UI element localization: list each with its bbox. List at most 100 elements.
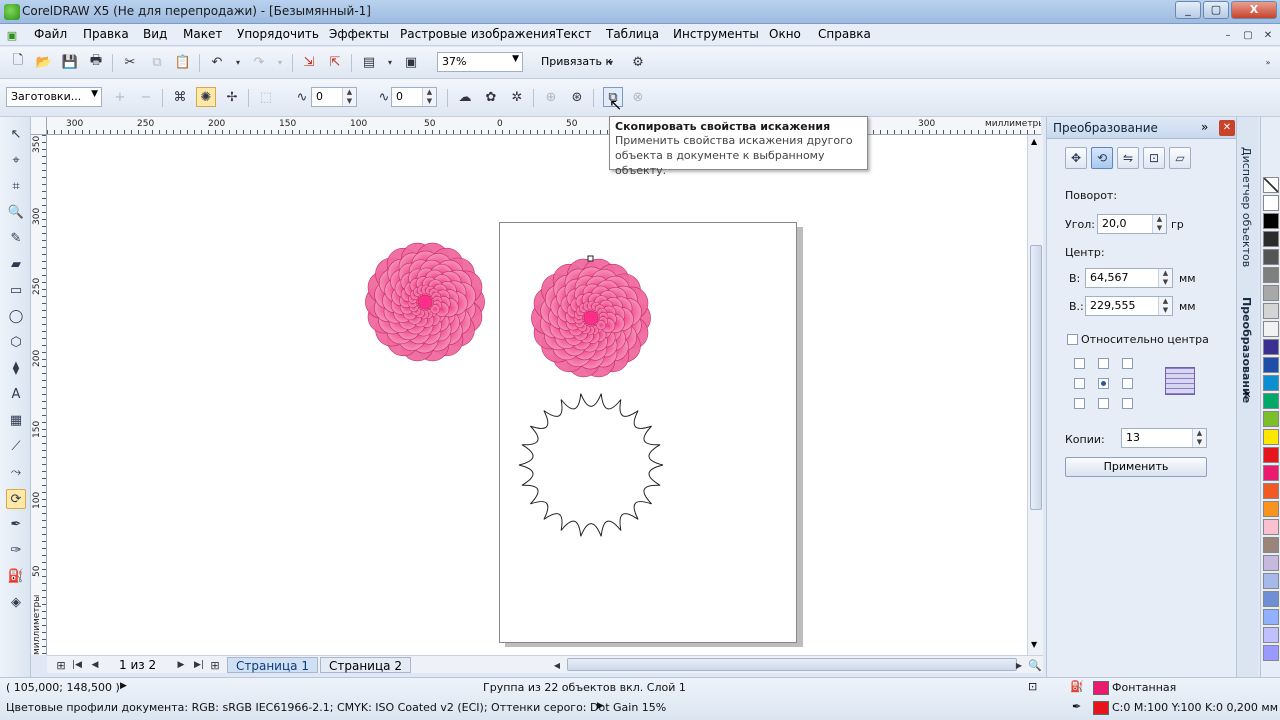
palette-swatch[interactable] <box>1263 555 1279 571</box>
scroll-left-icon[interactable]: ◀ <box>547 655 567 675</box>
new-document-icon[interactable]: 🗋 <box>8 52 28 72</box>
menu-file[interactable]: Файл <box>34 27 67 41</box>
flower-shape-right[interactable] <box>531 258 651 378</box>
vertical-ruler[interactable]: 350 300 250 200 150 100 50 миллиметры <box>31 135 47 655</box>
no-color-swatch[interactable] <box>1263 177 1279 193</box>
smart-fill-tool-icon[interactable]: ▰ <box>6 255 26 275</box>
anchor-bottom-right[interactable] <box>1122 398 1133 409</box>
rotate-mode-icon[interactable]: ⟲ <box>1091 147 1113 169</box>
expand-arrow-icon[interactable]: ▶ <box>120 681 127 691</box>
center-y-input[interactable]: 229,555 ▲ ▼ <box>1085 296 1173 316</box>
size-mode-icon[interactable]: ⊡ <box>1143 147 1165 169</box>
menu-edit[interactable]: Правка <box>83 27 129 41</box>
flower-shape-left[interactable] <box>365 242 485 362</box>
launcher-dropdown-icon[interactable]: ▾ <box>380 52 400 72</box>
first-page-icon[interactable]: |◀ <box>67 655 87 675</box>
text-tool-icon[interactable]: A <box>6 385 26 405</box>
color-profiles-info[interactable]: Цветовые профили документа: RGB: sRGB IE… <box>6 701 666 714</box>
tab-page-2[interactable]: Страница 2 <box>320 657 411 673</box>
paste-icon[interactable]: 📋 <box>173 52 193 72</box>
palette-swatch[interactable] <box>1263 537 1279 553</box>
anchor-top-center[interactable] <box>1098 358 1109 369</box>
zipper-distorted-ring[interactable] <box>518 393 664 537</box>
frequency-spinner[interactable]: 0 ▲ ▼ <box>391 87 437 107</box>
doc-restore-icon[interactable]: ▢ <box>1238 25 1258 45</box>
connector-tool-icon[interactable]: ⤳ <box>6 463 26 483</box>
convert-to-curves-icon[interactable]: ⊛ <box>567 87 587 107</box>
spinner-arrows-icon[interactable]: ▲ ▼ <box>1158 269 1172 287</box>
freehand-tool-icon[interactable]: ✎ <box>6 229 26 249</box>
scroll-up-icon[interactable]: ▲ <box>1031 137 1037 146</box>
palette-swatch[interactable] <box>1263 231 1279 247</box>
doc-close-icon[interactable]: ✕ <box>1258 25 1278 45</box>
application-launcher-icon[interactable]: ▤ <box>359 52 379 72</box>
previous-page-icon[interactable]: ◀ <box>85 655 105 675</box>
tab-object-manager[interactable]: Диспетчер объектов <box>1240 147 1253 267</box>
table-tool-icon[interactable]: ▦ <box>6 411 26 431</box>
close-tab-icon[interactable]: ✕ <box>1243 390 1251 401</box>
expand-arrow-icon[interactable]: ▶ <box>597 701 604 711</box>
palette-swatch[interactable] <box>1263 213 1279 229</box>
apply-button[interactable]: Применить <box>1065 457 1207 477</box>
horizontal-ruler[interactable]: 300 250 200 150 100 50 0 50 300 миллимет… <box>47 117 1041 135</box>
menu-arrange[interactable]: Упорядочить <box>237 27 319 41</box>
center-x-input[interactable]: 64,567 ▲ ▼ <box>1085 268 1173 288</box>
spinner-arrows-icon[interactable]: ▲ ▼ <box>342 88 356 106</box>
basic-shapes-tool-icon[interactable]: ⧫ <box>6 359 26 379</box>
distort-tool-icon[interactable]: ⟳ <box>6 489 26 509</box>
palette-swatch[interactable] <box>1263 267 1279 283</box>
delete-preset-icon[interactable]: − <box>136 87 156 107</box>
zipper-distortion-icon[interactable]: ✺ <box>196 87 216 107</box>
add-preset-icon[interactable]: + <box>110 87 130 107</box>
palette-swatch[interactable] <box>1263 375 1279 391</box>
palette-swatch[interactable] <box>1263 303 1279 319</box>
collapse-docker-icon[interactable]: » <box>1201 120 1208 134</box>
anchor-top-left[interactable] <box>1074 358 1085 369</box>
print-icon[interactable]: 🖶 <box>86 52 106 72</box>
dimension-tool-icon[interactable]: ⟋ <box>6 437 26 457</box>
undo-icon[interactable]: ↶ <box>207 52 227 72</box>
crop-tool-icon[interactable]: ⌗ <box>6 177 26 197</box>
scroll-down-icon[interactable]: ▼ <box>1031 640 1037 649</box>
outline-pen-tool-icon[interactable]: ✑ <box>6 541 26 561</box>
anchor-bottom-left[interactable] <box>1074 398 1085 409</box>
shape-tool-icon[interactable]: ⌖ <box>6 151 26 171</box>
spinner-arrows-icon[interactable]: ▲ ▼ <box>1192 429 1206 447</box>
palette-swatch[interactable] <box>1263 645 1279 661</box>
palette-swatch[interactable] <box>1263 591 1279 607</box>
palette-swatch[interactable] <box>1263 573 1279 589</box>
doc-minimize-icon[interactable]: – <box>1218 25 1238 45</box>
menu-effects[interactable]: Эффекты <box>329 27 389 41</box>
palette-swatch[interactable] <box>1263 627 1279 643</box>
palette-swatch[interactable] <box>1263 411 1279 427</box>
anchor-bottom-center[interactable] <box>1098 398 1109 409</box>
options-icon[interactable]: ⚙ <box>628 52 648 72</box>
skew-mode-icon[interactable]: ▱ <box>1169 147 1191 169</box>
fill-color-chip[interactable] <box>1093 681 1109 695</box>
spinner-arrows-icon[interactable]: ▲ ▼ <box>1158 297 1172 315</box>
minimize-button[interactable]: _ <box>1175 1 1201 19</box>
anchor-center[interactable] <box>1098 378 1109 389</box>
add-page-after-icon[interactable]: ⊞ <box>205 655 225 675</box>
redo-dropdown-icon[interactable]: ▾ <box>270 52 290 72</box>
position-mode-icon[interactable]: ✥ <box>1065 147 1087 169</box>
center-distortion-icon[interactable]: ⊕ <box>541 87 561 107</box>
zoom-navigator-icon[interactable]: 🔍 <box>1025 655 1045 675</box>
open-icon[interactable]: 📂 <box>34 52 54 72</box>
palette-swatch[interactable] <box>1263 249 1279 265</box>
zoom-tool-icon[interactable]: 🔍 <box>6 203 26 223</box>
clear-distortion-icon[interactable]: ⊗ <box>628 87 648 107</box>
menu-tools[interactable]: Инструменты <box>673 27 759 41</box>
tab-transformation[interactable]: Преобразование <box>1240 297 1253 403</box>
palette-swatch[interactable] <box>1263 447 1279 463</box>
polygon-tool-icon[interactable]: ⬡ <box>6 333 26 353</box>
maximize-button[interactable]: ▢ <box>1203 1 1229 19</box>
palette-swatch[interactable] <box>1263 501 1279 517</box>
palette-swatch[interactable] <box>1263 429 1279 445</box>
selection-handle[interactable] <box>587 255 594 262</box>
fill-tool-icon[interactable]: ⛽ <box>6 567 26 587</box>
menu-text[interactable]: Текст <box>556 27 592 41</box>
amplitude-spinner[interactable]: 0 ▲ ▼ <box>311 87 357 107</box>
push-pull-distortion-icon[interactable]: ⌘ <box>170 87 190 107</box>
close-button[interactable]: X <box>1231 1 1277 19</box>
